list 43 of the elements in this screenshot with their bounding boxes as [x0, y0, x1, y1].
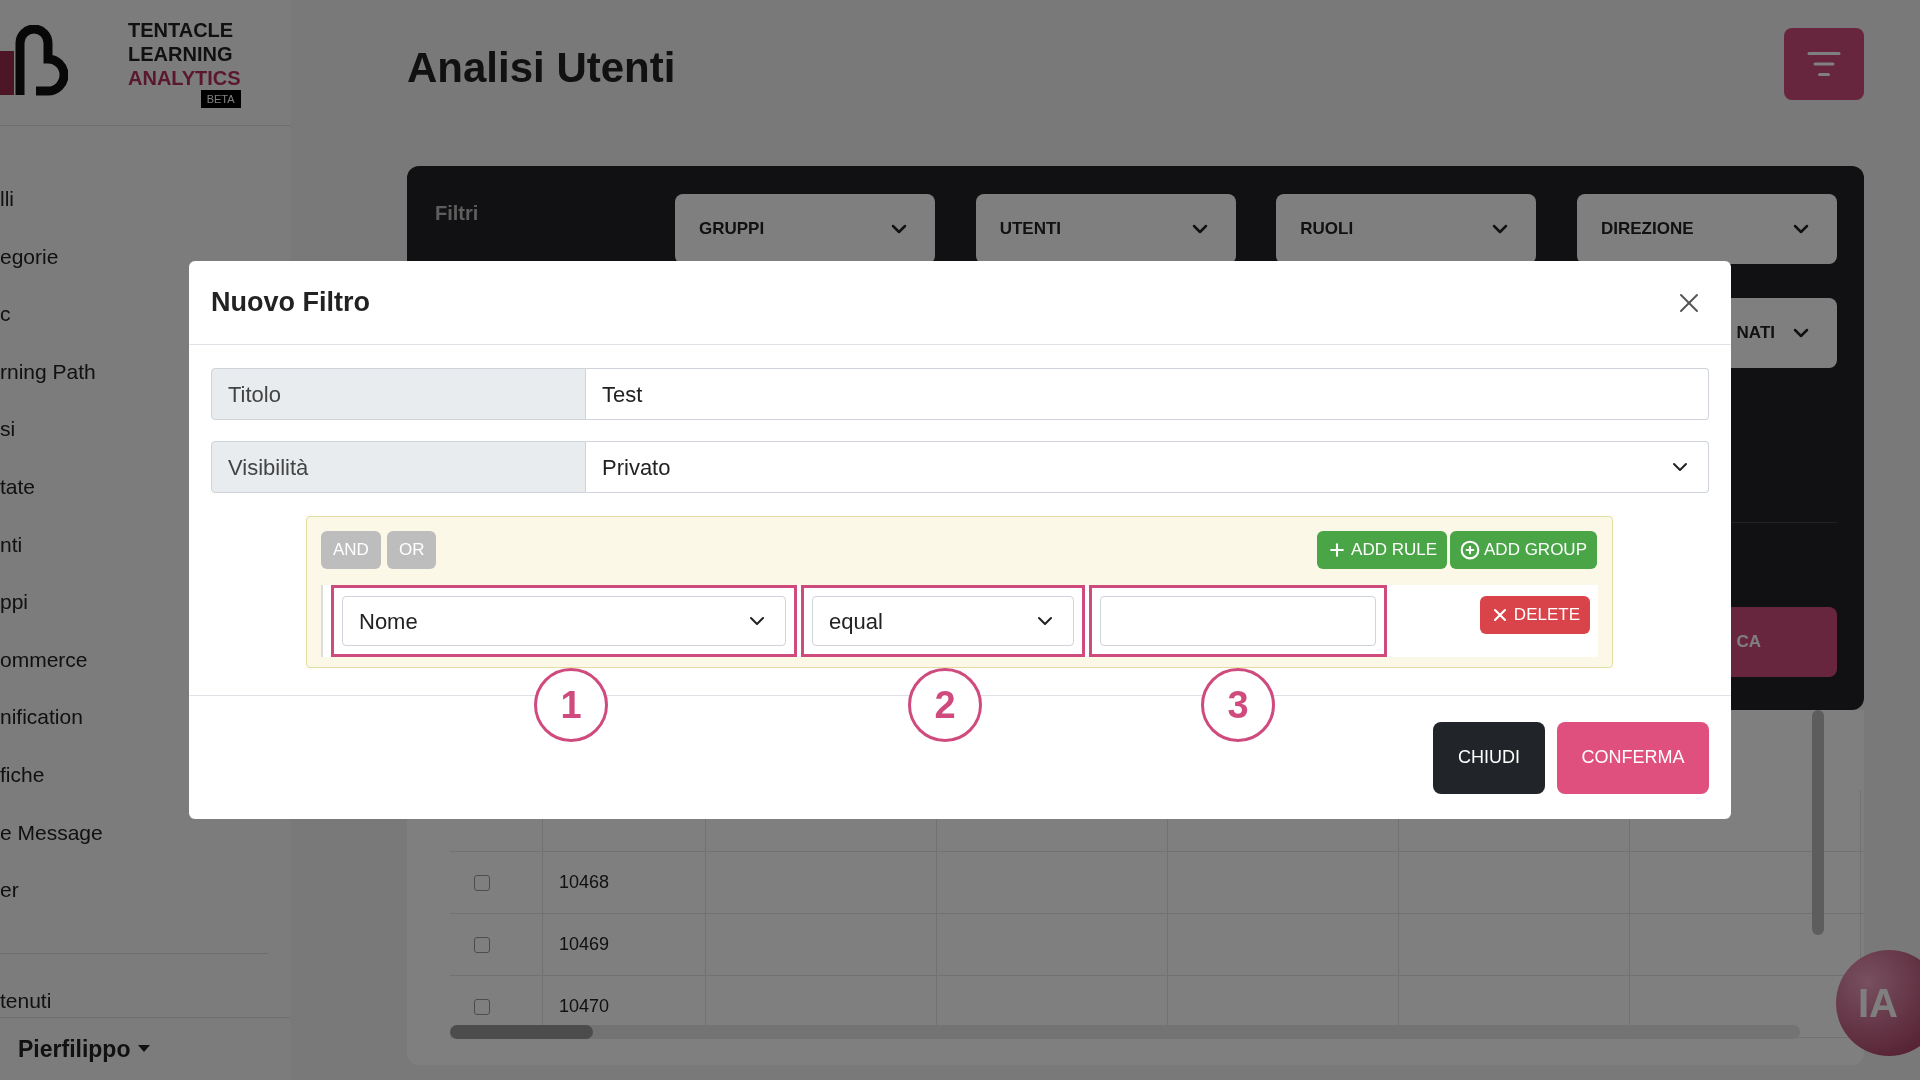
close-dialog-button[interactable]: CHIUDI	[1433, 721, 1545, 794]
filter-dropdown[interactable]: UTENTI	[975, 194, 1236, 264]
logo-text: TENTACLE	[128, 17, 235, 42]
logo-text: LEARNING	[128, 41, 234, 66]
field-label: Visibilità	[211, 441, 586, 493]
panel-title: Filtri	[435, 202, 479, 224]
field-select[interactable]: Nome	[342, 596, 786, 646]
filter-dropdown[interactable]: DIREZIONE	[1576, 194, 1837, 264]
row-checkbox[interactable]	[474, 936, 490, 953]
dialog-title: Nuovo Filtro	[211, 286, 370, 320]
filter-button[interactable]	[1784, 28, 1864, 100]
table-cell-text: 10469	[559, 933, 610, 956]
value-input[interactable]	[1100, 596, 1376, 646]
add-rule-button[interactable]: ADD RULE	[1317, 531, 1448, 569]
step-number-badge: 1	[534, 668, 608, 742]
horizontal-scrollbar[interactable]	[450, 1025, 1800, 1039]
logo-text: ANALYTICS	[128, 65, 241, 90]
title-input[interactable]: Test	[586, 368, 1709, 420]
operator-select[interactable]: equal	[812, 596, 1074, 646]
row-checkbox[interactable]	[474, 998, 490, 1015]
sidebar-item[interactable]: tenuti	[0, 983, 290, 1017]
caret-icon	[138, 1044, 151, 1053]
table-cell-text: 10468	[559, 871, 610, 894]
row-checkbox[interactable]	[474, 874, 490, 891]
page-title: Analisi Utenti	[407, 43, 676, 93]
filter-dropdown[interactable]: GRUPPI	[675, 194, 935, 264]
field-label: Titolo	[211, 368, 586, 420]
table-cell-text: 10470	[559, 995, 610, 1018]
step-number-badge: 2	[908, 668, 982, 742]
sidebar-item[interactable]: e Message	[0, 803, 290, 862]
step-number-badge: 3	[1201, 668, 1275, 742]
sidebar-item[interactable]: egorie	[0, 227, 290, 286]
add-group-button[interactable]: ADD GROUP	[1450, 531, 1597, 569]
sidebar-item[interactable]: lli	[0, 170, 290, 228]
filter-dropdown[interactable]: RUOLI	[1276, 194, 1537, 264]
plus-circle-icon	[1460, 540, 1481, 560]
visibility-select[interactable]: Privato	[586, 441, 1709, 493]
beta-badge: BETA	[200, 89, 241, 108]
delete-button[interactable]: DELETE	[1479, 596, 1590, 634]
confirm-button[interactable]: CONFERMA	[1557, 721, 1709, 794]
sidebar-item[interactable]: er	[0, 861, 290, 919]
user-menu[interactable]: Pierfilippo	[18, 1031, 151, 1067]
vertical-scrollbar[interactable]	[1812, 710, 1824, 935]
